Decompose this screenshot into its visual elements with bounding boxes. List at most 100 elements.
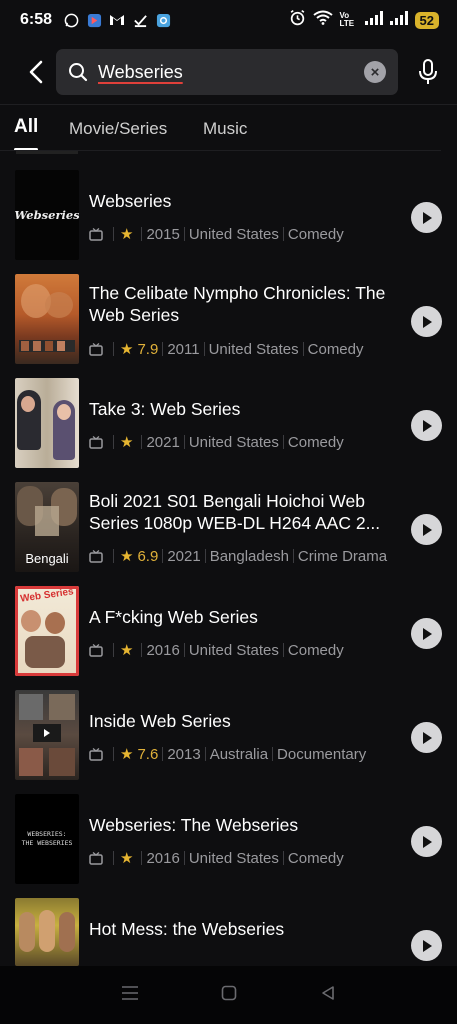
separator bbox=[162, 747, 164, 761]
item-country: United States bbox=[188, 225, 279, 243]
poster-thumbnail[interactable] bbox=[15, 898, 79, 966]
settings-app-icon bbox=[155, 12, 171, 28]
list-item[interactable]: The Celibate Nympho Chronicles: The Web … bbox=[0, 274, 457, 370]
separator bbox=[282, 435, 284, 449]
poster-text: Bengali bbox=[25, 551, 69, 566]
poster-thumbnail[interactable]: Bengali bbox=[15, 482, 79, 572]
item-genre: Comedy bbox=[287, 433, 344, 451]
item-genre: Documentary bbox=[277, 745, 367, 763]
list-item[interactable]: Hot Mess: the Webseries bbox=[0, 898, 457, 966]
poster-thumbnail[interactable] bbox=[15, 378, 79, 468]
app-icon bbox=[86, 12, 102, 28]
tab-all[interactable]: All bbox=[14, 116, 38, 146]
item-country: United States bbox=[188, 433, 279, 451]
search-bar-row: Webseries × bbox=[0, 46, 457, 98]
separator bbox=[141, 435, 143, 449]
search-input[interactable]: Webseries × bbox=[56, 49, 398, 95]
item-genre: Comedy bbox=[307, 340, 364, 358]
poster-thumbnail[interactable]: Webseries bbox=[15, 170, 79, 260]
poster-text: Webseries bbox=[15, 208, 79, 222]
item-rating: 7.9 bbox=[137, 340, 159, 358]
play-button[interactable] bbox=[411, 722, 442, 753]
poster-thumbnail[interactable]: WEBSERIES: THE WEBSERIES bbox=[15, 794, 79, 884]
separator bbox=[113, 747, 114, 761]
item-genre: Comedy bbox=[287, 641, 344, 659]
search-icon bbox=[69, 63, 88, 82]
star-icon: ★ bbox=[120, 226, 134, 243]
play-icon bbox=[422, 835, 432, 848]
separator bbox=[113, 851, 114, 865]
play-button[interactable] bbox=[411, 306, 442, 337]
item-country: United States bbox=[208, 340, 299, 358]
list-item[interactable]: Inside Web Series ★ 7.6 2013 Australia D… bbox=[0, 690, 457, 786]
tab-movie-series[interactable]: Movie/Series bbox=[69, 119, 167, 147]
tv-icon bbox=[89, 342, 103, 356]
item-rating: 7.6 bbox=[137, 745, 159, 763]
clear-search-button[interactable]: × bbox=[364, 61, 386, 83]
tv-icon bbox=[89, 643, 103, 657]
back-button[interactable] bbox=[18, 52, 54, 92]
item-country: Bangladesh bbox=[209, 547, 289, 565]
separator bbox=[282, 851, 284, 865]
back-triangle-icon[interactable] bbox=[320, 985, 336, 1006]
separator bbox=[204, 549, 206, 563]
alarm-icon bbox=[289, 9, 306, 31]
play-icon bbox=[422, 939, 432, 952]
item-country: United States bbox=[188, 849, 279, 867]
tab-music[interactable]: Music bbox=[203, 119, 247, 147]
item-meta: ★ 6.9 2021 Bangladesh Crime Drama bbox=[89, 547, 387, 565]
play-button[interactable] bbox=[411, 618, 442, 649]
voice-search-button[interactable] bbox=[408, 49, 448, 95]
item-meta: ★ 2015 United States Comedy bbox=[89, 225, 344, 243]
play-icon bbox=[422, 523, 432, 536]
separator bbox=[204, 747, 206, 761]
poster-thumbnail[interactable]: Web Series bbox=[15, 586, 79, 676]
play-button[interactable] bbox=[411, 410, 442, 441]
status-bar: 6:58 Vo LTE 52 bbox=[0, 0, 457, 40]
separator bbox=[302, 342, 304, 356]
list-item[interactable]: Bengali Boli 2021 S01 Bengali Hoichoi We… bbox=[0, 482, 457, 578]
poster-thumbnail[interactable] bbox=[15, 274, 79, 364]
video-play-icon bbox=[33, 724, 61, 742]
list-item[interactable]: Web Series A F*cking Web Series ★ 2016 U… bbox=[0, 586, 457, 682]
menu-icon[interactable] bbox=[121, 985, 139, 1006]
play-button[interactable] bbox=[411, 202, 442, 233]
item-title: Inside Web Series bbox=[89, 711, 231, 731]
play-icon bbox=[422, 211, 432, 224]
play-button[interactable] bbox=[411, 514, 442, 545]
list-item[interactable]: WEBSERIES: THE WEBSERIES Webseries: The … bbox=[0, 794, 457, 890]
system-nav-bar bbox=[0, 966, 457, 1024]
separator bbox=[183, 851, 185, 865]
play-icon bbox=[422, 315, 432, 328]
search-query[interactable]: Webseries bbox=[98, 62, 364, 83]
download-done-icon bbox=[132, 12, 148, 28]
separator bbox=[183, 435, 185, 449]
chevron-left-icon bbox=[29, 60, 43, 84]
item-title: A F*cking Web Series bbox=[89, 607, 258, 627]
play-button[interactable] bbox=[411, 826, 442, 857]
separator bbox=[282, 227, 284, 241]
whatsapp-icon bbox=[63, 12, 79, 28]
volte-label: Vo LTE bbox=[339, 11, 355, 28]
separator bbox=[113, 643, 114, 657]
previous-item-edge bbox=[16, 151, 78, 154]
play-button[interactable] bbox=[411, 930, 442, 961]
tv-icon bbox=[89, 435, 103, 449]
item-country: Australia bbox=[209, 745, 269, 763]
item-year: 2015 bbox=[146, 225, 180, 243]
separator bbox=[292, 549, 294, 563]
poster-thumbnail[interactable] bbox=[15, 690, 79, 780]
item-title: Webseries: The Webseries bbox=[89, 815, 299, 835]
battery-indicator: 52 bbox=[414, 11, 439, 29]
list-item[interactable]: Webseries Webseries ★ 2015 United States… bbox=[0, 170, 457, 266]
star-icon: ★ bbox=[120, 548, 134, 565]
separator bbox=[282, 643, 284, 657]
home-icon[interactable] bbox=[221, 985, 237, 1006]
tv-icon bbox=[89, 851, 103, 865]
item-title: The Celibate Nympho Chronicles: The Web … bbox=[89, 283, 386, 325]
wifi-icon bbox=[312, 10, 333, 30]
play-icon bbox=[422, 731, 432, 744]
item-genre: Comedy bbox=[287, 849, 344, 867]
item-year: 2016 bbox=[146, 849, 180, 867]
list-item[interactable]: Take 3: Web Series ★ 2021 United States … bbox=[0, 378, 457, 474]
